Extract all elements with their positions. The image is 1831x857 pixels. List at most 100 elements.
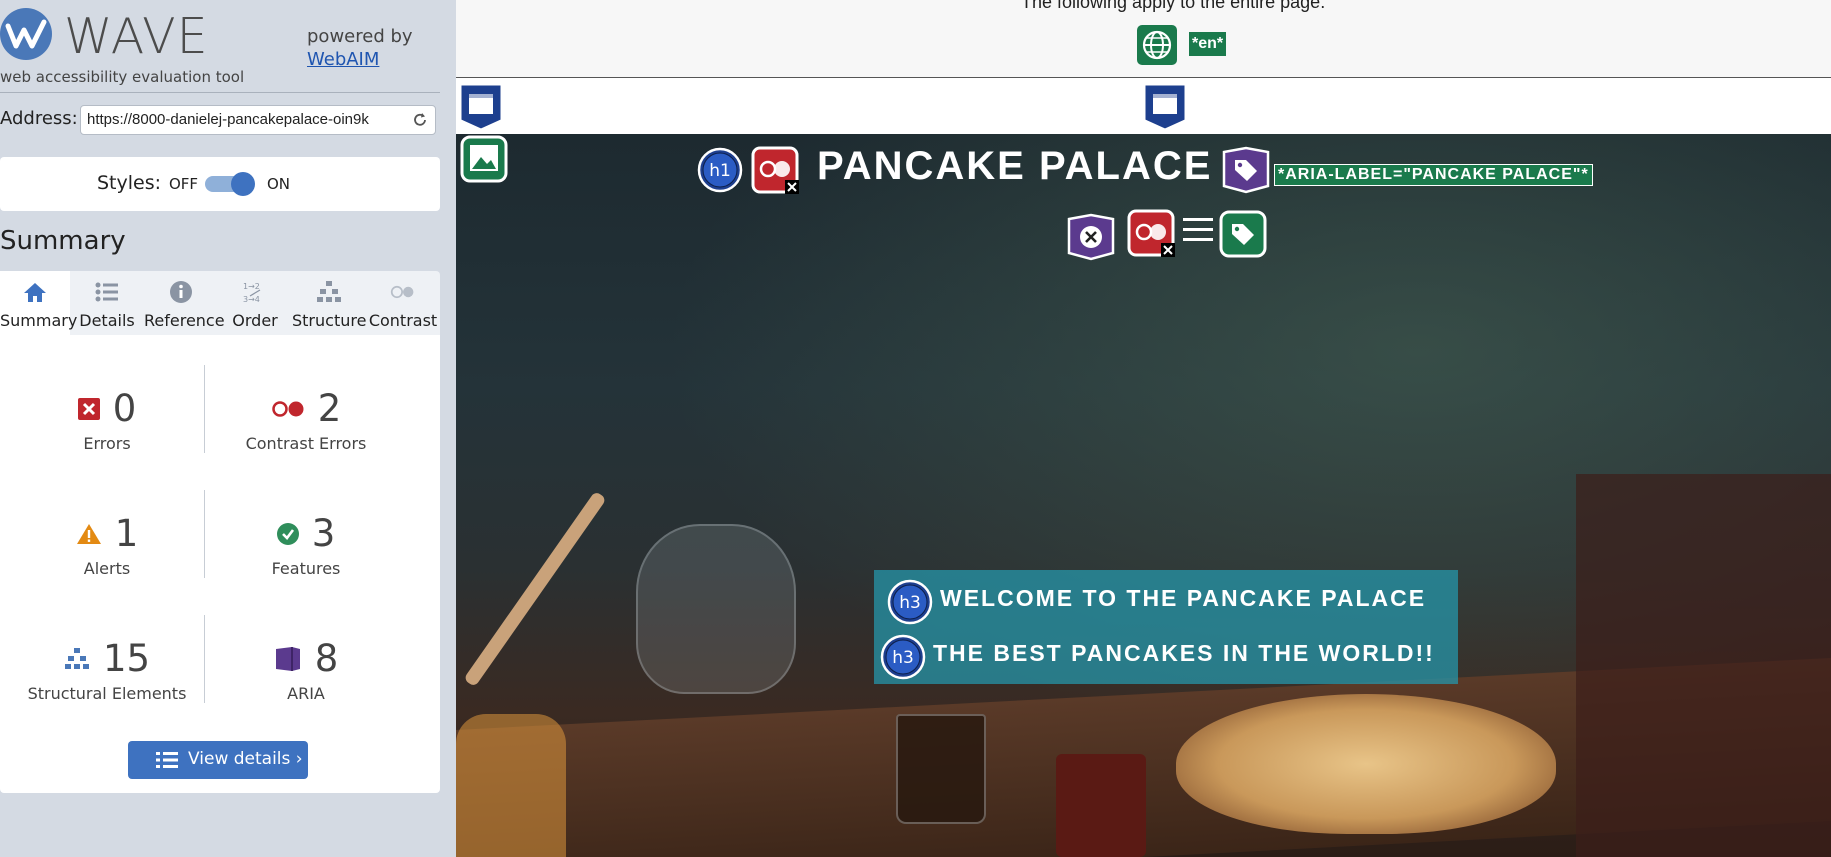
list-icon xyxy=(156,752,178,768)
structural-count: 15 xyxy=(103,637,151,680)
header-strip xyxy=(456,79,1831,134)
alerts-count: 1 xyxy=(114,512,139,555)
errors-stat[interactable]: 0 Errors xyxy=(7,387,207,453)
contrast-error-badge-icon[interactable] xyxy=(751,146,801,196)
coffee-glass xyxy=(896,714,986,824)
alert-icon xyxy=(76,523,101,544)
contrast-icon xyxy=(390,285,414,299)
tab-label: Order xyxy=(232,311,278,330)
h3-badge[interactable]: h3 xyxy=(880,634,926,680)
contrast-errors-stat[interactable]: 2 Contrast Errors xyxy=(206,387,406,453)
features-count: 3 xyxy=(311,512,336,555)
aria-hidden-badge-icon[interactable] xyxy=(1067,213,1115,261)
errors-label: Errors xyxy=(83,434,131,453)
wave-sidebar: WAVE web accessibility evaluation tool p… xyxy=(0,0,456,857)
tab-label: Summary xyxy=(0,311,78,330)
site-title: PANCAKE PALACE xyxy=(817,144,1213,188)
address-input[interactable] xyxy=(87,111,405,128)
summary-title: Summary xyxy=(0,226,126,256)
svg-text:h1: h1 xyxy=(709,161,731,181)
svg-text:h3: h3 xyxy=(892,648,914,668)
summary-panel: 0 Errors 2 Contrast Errors 1 Alerts 3 Fe… xyxy=(0,335,440,793)
welcome-panel: h3 WELCOME TO THE PANCAKE PALACE h3 THE … xyxy=(874,570,1458,684)
aria-label: ARIA xyxy=(287,684,325,703)
alerts-stat[interactable]: 1 Alerts xyxy=(7,512,207,578)
features-label: Features xyxy=(271,559,341,578)
aria-label-badge-icon[interactable] xyxy=(1222,146,1270,194)
contrast-errors-count: 2 xyxy=(317,387,342,430)
styles-off-label: OFF xyxy=(169,175,199,193)
structural-label: Structural Elements xyxy=(27,684,187,703)
teapot-shape xyxy=(636,524,796,694)
order-icon: 1→23→4 xyxy=(243,282,261,304)
structural-stat[interactable]: 15 Structural Elements xyxy=(7,637,207,703)
pancake-stack xyxy=(1176,694,1556,834)
evaluated-page: The following apply to the entire page. … xyxy=(456,0,1831,857)
address-label: Address: xyxy=(0,108,78,129)
divider xyxy=(0,92,440,93)
svg-text:1→2: 1→2 xyxy=(243,282,260,291)
tab-label: Details xyxy=(79,311,135,330)
contrast-error-icon xyxy=(271,400,304,417)
tab-structure[interactable]: Structure xyxy=(292,271,366,335)
document-notice: The following apply to the entire page. xyxy=(1021,0,1326,12)
contrast-errors-label: Contrast Errors xyxy=(245,434,367,453)
error-icon xyxy=(77,397,100,420)
features-stat[interactable]: 3 Features xyxy=(206,512,406,578)
info-icon xyxy=(170,281,192,303)
honey-jar xyxy=(456,714,566,857)
aria-stat[interactable]: 8 ARIA xyxy=(206,637,406,703)
view-details-button[interactable]: View details › xyxy=(128,741,308,779)
tab-details[interactable]: Details xyxy=(70,271,144,335)
aria-icon xyxy=(275,646,300,671)
errors-count: 0 xyxy=(112,387,137,430)
toggle-knob xyxy=(231,172,255,196)
structure-icon xyxy=(64,647,89,669)
webaim-link[interactable]: WebAIM xyxy=(307,49,379,70)
list-icon xyxy=(95,282,118,302)
tab-contrast[interactable]: Contrast xyxy=(366,271,440,335)
image-with-alt-icon[interactable] xyxy=(460,135,508,183)
hero-section: h1 PANCAKE PALACE *ARIA-LABEL="PANCAKE P… xyxy=(456,134,1831,857)
view-details-label: View details › xyxy=(188,749,303,769)
heading-best: THE BEST PANCAKES IN THE WORLD!! xyxy=(933,640,1435,666)
aria-count: 8 xyxy=(314,637,339,680)
chair-shape xyxy=(1576,474,1831,857)
wave-logo-text: WAVE xyxy=(64,8,209,65)
navigation-region-icon[interactable] xyxy=(1144,84,1186,130)
home-icon xyxy=(24,283,46,302)
h1-badge[interactable]: h1 xyxy=(697,147,743,193)
structure-icon xyxy=(317,281,341,302)
contrast-error-badge-icon[interactable] xyxy=(1127,209,1177,259)
jam-jar xyxy=(1056,754,1146,857)
tab-label: Structure xyxy=(292,311,367,330)
document-banner: The following apply to the entire page. … xyxy=(456,0,1831,78)
feature-check-icon xyxy=(276,522,299,545)
aria-label-tag: *ARIA-LABEL="PANCAKE PALACE"* xyxy=(1274,164,1593,186)
tab-reference[interactable]: Reference xyxy=(144,271,225,335)
tab-label: Contrast xyxy=(368,311,438,330)
refresh-icon[interactable] xyxy=(411,111,429,129)
alerts-label: Alerts xyxy=(83,559,131,578)
styles-label: Styles: xyxy=(97,172,162,194)
styles-toggle-card: Styles: OFF ON xyxy=(0,157,440,211)
styles-toggle[interactable] xyxy=(205,172,255,196)
language-tag: *en* xyxy=(1189,32,1227,56)
tab-order[interactable]: 1→2 3→4 Order xyxy=(218,271,292,335)
svg-text:h3: h3 xyxy=(899,593,921,613)
heading-welcome: WELCOME TO THE PANCAKE PALACE xyxy=(940,585,1427,611)
styles-on-label: ON xyxy=(267,175,291,193)
svg-text:3→4: 3→4 xyxy=(243,295,260,304)
powered-by-label: powered by xyxy=(307,26,413,47)
address-field[interactable] xyxy=(80,105,436,135)
header-region-icon[interactable] xyxy=(460,84,502,130)
aria-label-feature-icon[interactable] xyxy=(1219,210,1267,258)
hamburger-menu-icon[interactable] xyxy=(1183,214,1213,246)
wave-logo-icon xyxy=(0,8,52,60)
h3-badge[interactable]: h3 xyxy=(887,579,933,625)
tab-summary[interactable]: Summary xyxy=(0,271,78,335)
tab-label: Reference xyxy=(144,311,225,330)
language-globe-icon[interactable] xyxy=(1137,25,1177,65)
panel-tabs: Summary Details Reference 1→2 3→4 Order S… xyxy=(0,271,440,335)
tagline: web accessibility evaluation tool xyxy=(0,68,245,86)
